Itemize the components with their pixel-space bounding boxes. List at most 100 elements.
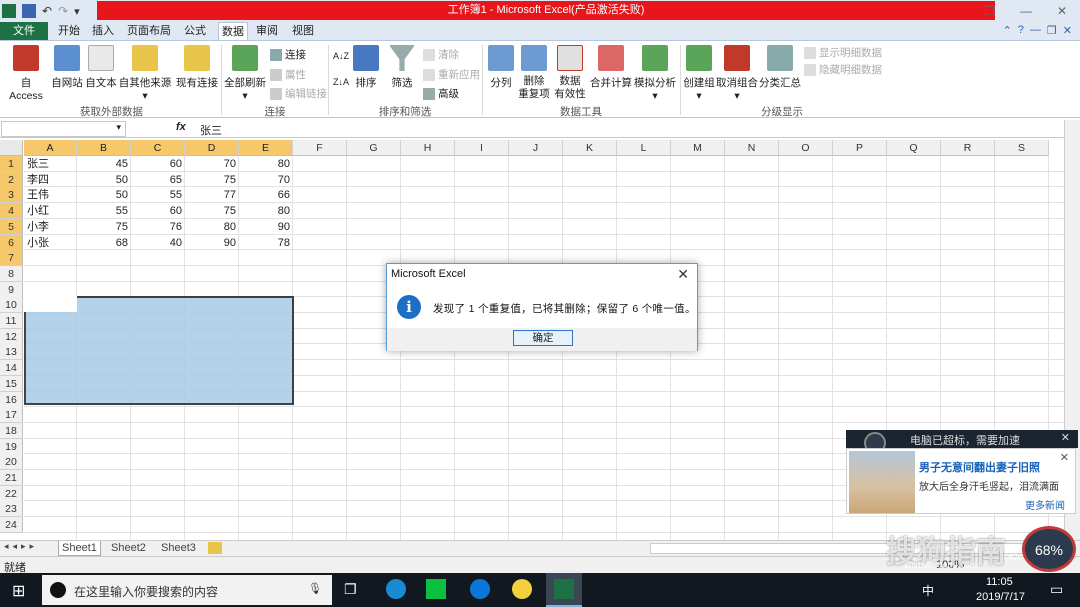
insert-sheet-icon[interactable] — [208, 542, 222, 554]
wb-close-icon[interactable]: ✕ — [1063, 24, 1072, 37]
wb-minimize-icon[interactable]: — — [1030, 24, 1041, 37]
restore-icon[interactable]: ❐ — [972, 0, 1008, 22]
sheet-nav-arrows-icon[interactable]: ◂◂▸▸ — [4, 541, 38, 552]
row-header-2[interactable]: 2 — [0, 171, 23, 188]
row-header-24[interactable]: 24 — [0, 517, 23, 534]
from-text-button[interactable]: 自文本 — [84, 45, 118, 90]
sort-asc-icon[interactable]: A↓Z — [333, 51, 349, 61]
tab-home[interactable]: 开始 — [54, 22, 84, 40]
row-header-21[interactable]: 21 — [0, 470, 23, 486]
sheet-tab-sheet3[interactable]: Sheet3 — [158, 541, 199, 556]
row-header-15[interactable]: 15 — [0, 375, 23, 392]
cell-d6[interactable]: 90 — [185, 235, 239, 251]
row-header-8[interactable]: 8 — [0, 265, 23, 282]
select-all-corner[interactable] — [0, 140, 23, 156]
clock-time[interactable]: 11:05 — [986, 576, 1013, 588]
tab-formulas[interactable]: 公式 — [180, 22, 210, 40]
cell-c2[interactable]: 65 — [131, 172, 185, 188]
column-header-q[interactable]: Q — [887, 140, 941, 156]
column-header-k[interactable]: K — [563, 140, 617, 156]
row-header-12[interactable]: 12 — [0, 328, 23, 345]
column-header-f[interactable]: F — [293, 140, 347, 156]
name-box[interactable]: ▾ — [1, 121, 126, 137]
row-header-14[interactable]: 14 — [0, 360, 23, 377]
cell-d1[interactable]: 70 — [185, 156, 239, 172]
column-header-e[interactable]: E — [239, 140, 293, 156]
news-title[interactable]: 男子无意间翻出妻子旧照 — [919, 459, 1040, 475]
column-header-b[interactable]: B — [77, 140, 131, 156]
row-header-19[interactable]: 19 — [0, 438, 23, 455]
iqiyi-icon[interactable] — [426, 579, 446, 599]
cell-e5[interactable]: 90 — [239, 219, 293, 235]
group-button[interactable]: 创建组 ▾ — [682, 45, 716, 102]
column-header-r[interactable]: R — [941, 140, 995, 156]
row-header-4[interactable]: 4 — [0, 203, 23, 220]
advanced-button[interactable]: 高级 — [423, 86, 459, 101]
cell-b4[interactable]: 55 — [77, 203, 131, 219]
cell-e3[interactable]: 66 — [239, 187, 293, 203]
qq-icon[interactable] — [512, 579, 532, 599]
reapply-button[interactable]: 重新应用 — [423, 67, 480, 82]
column-header-o[interactable]: O — [779, 140, 833, 156]
cell-a1[interactable]: 张三 — [24, 156, 77, 172]
cell-a4[interactable]: 小红 — [24, 203, 77, 219]
microphone-icon[interactable]: 🎙 — [308, 582, 322, 595]
windows-start-icon[interactable]: ⊞ — [12, 581, 25, 601]
properties-button[interactable]: 属性 — [270, 67, 306, 82]
what-if-analysis-button[interactable]: 模拟分析 ▾ — [633, 45, 677, 102]
tab-file[interactable]: 文件 — [0, 22, 48, 40]
row-header-16[interactable]: 16 — [0, 391, 23, 408]
row-header-23[interactable]: 23 — [0, 501, 23, 518]
row-header-10[interactable]: 10 — [0, 297, 23, 314]
cell-a2[interactable]: 李四 — [24, 172, 77, 188]
help-icon[interactable]: ? — [1018, 24, 1024, 37]
tab-insert[interactable]: 插入 — [88, 22, 118, 40]
edit-links-button[interactable]: 编辑链接 — [270, 86, 327, 101]
notification-icon[interactable]: ▭ — [1050, 581, 1063, 598]
text-to-columns-button[interactable]: 分列 — [486, 45, 516, 90]
column-header-a[interactable]: A — [24, 140, 77, 156]
subtotal-button[interactable]: 分类汇总 — [758, 45, 802, 90]
cell-d4[interactable]: 75 — [185, 203, 239, 219]
column-header-l[interactable]: L — [617, 140, 671, 156]
minimize-icon[interactable]: — — [1008, 0, 1044, 22]
taskbar-search[interactable]: 在这里输入你要搜索的内容 🎙 — [42, 575, 332, 605]
cell-e6[interactable]: 78 — [239, 235, 293, 251]
column-header-c[interactable]: C — [131, 140, 185, 156]
news-close-icon[interactable]: ✕ — [1061, 431, 1070, 444]
cell-e1[interactable]: 80 — [239, 156, 293, 172]
remove-duplicates-button[interactable]: 删除 重复项 — [516, 45, 552, 101]
cell-a6[interactable]: 小张 — [24, 235, 77, 251]
row-header-13[interactable]: 13 — [0, 344, 23, 361]
tab-review[interactable]: 审阅 — [252, 22, 282, 40]
cell-a5[interactable]: 小李 — [24, 219, 77, 235]
existing-connections-button[interactable]: 现有连接 — [175, 45, 219, 90]
ungroup-button[interactable]: 取消组合 ▾ — [716, 45, 758, 102]
cell-b3[interactable]: 50 — [77, 187, 131, 203]
cell-b1[interactable]: 45 — [77, 156, 131, 172]
hide-detail-button[interactable]: 隐藏明细数据 — [804, 62, 882, 77]
data-validation-button[interactable]: 数据 有效性 — [552, 45, 588, 101]
from-web-button[interactable]: 自网站 — [50, 45, 84, 90]
column-header-s[interactable]: S — [995, 140, 1049, 156]
active-cell[interactable] — [24, 296, 77, 312]
column-header-n[interactable]: N — [725, 140, 779, 156]
speed-ball[interactable]: 68% — [1022, 526, 1076, 572]
cell-b2[interactable]: 50 — [77, 172, 131, 188]
cell-d2[interactable]: 75 — [185, 172, 239, 188]
ok-button[interactable]: 确定 — [513, 330, 573, 346]
filter-button[interactable]: 筛选 — [388, 45, 416, 90]
cell-c3[interactable]: 55 — [131, 187, 185, 203]
sort-desc-icon[interactable]: Z↓A — [333, 77, 349, 87]
clear-filter-button[interactable]: 清除 — [423, 47, 459, 62]
column-header-m[interactable]: M — [671, 140, 725, 156]
column-header-h[interactable]: H — [401, 140, 455, 156]
row-header-6[interactable]: 6 — [0, 234, 23, 251]
row-header-17[interactable]: 17 — [0, 407, 23, 424]
consolidate-button[interactable]: 合并计算 — [590, 45, 632, 90]
row-header-9[interactable]: 9 — [0, 281, 23, 298]
show-detail-button[interactable]: 显示明细数据 — [804, 45, 882, 60]
from-other-sources-button[interactable]: 自其他来源 ▾ — [118, 45, 172, 102]
cell-b6[interactable]: 68 — [77, 235, 131, 251]
sort-button[interactable]: 排序 — [352, 45, 380, 90]
